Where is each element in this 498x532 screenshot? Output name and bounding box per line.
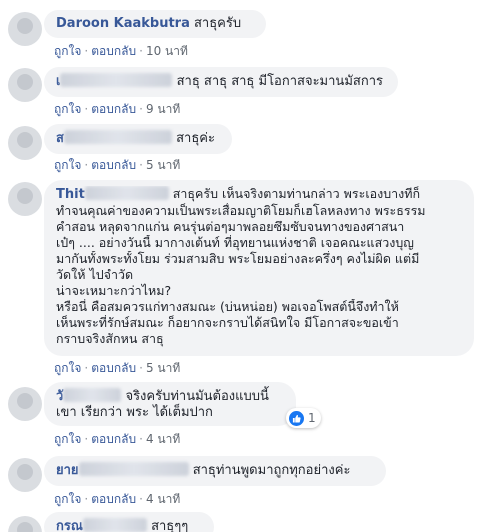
comment-line: ทำจนคุณค่าของความเป็นพระเสื่อมญาติโยมก็เ… <box>56 203 426 218</box>
like-link[interactable]: ถูกใจ <box>54 102 81 116</box>
separator: · <box>84 432 89 446</box>
comment-bubble: ส สาธุค่ะ <box>44 124 232 154</box>
comment-line: เห็นพระที่รักษ์สมณะ ก็อยากจะกราบได้สนิทใ… <box>56 315 399 330</box>
reply-link[interactable]: ตอบกลับ <box>91 432 136 446</box>
comment-actions: ถูกใจ · ตอบกลับ · 5 นาที <box>54 359 180 378</box>
comment-line: วั จริงครับท่านมันต้องแบบนี้ <box>56 388 284 405</box>
comment-actions: ถูกใจ · ตอบกลับ · 4 นาที <box>54 430 180 449</box>
redacted-name <box>60 73 173 87</box>
reaction-summary[interactable]: 1 <box>286 408 321 428</box>
separator: · <box>84 361 89 375</box>
separator: · <box>139 102 143 116</box>
comment-text: สาธุค่ะ <box>176 131 215 146</box>
comment-bubble: Thit สาธุครับ เห็นจริงตามท่านกล่าว พระเอ… <box>44 180 474 356</box>
like-link[interactable]: ถูกใจ <box>54 361 81 375</box>
reply-link[interactable]: ตอบกลับ <box>91 102 136 116</box>
timestamp[interactable]: 5 นาที <box>146 158 180 172</box>
avatar[interactable] <box>8 126 42 160</box>
redacted-name <box>82 518 147 532</box>
avatar[interactable] <box>8 12 42 46</box>
comment-bubble: ยาย สาธุท่านพูดมาถูกทุกอย่างค่ะ <box>44 456 386 486</box>
separator: · <box>84 492 89 506</box>
reply-link[interactable]: ตอบกลับ <box>91 492 136 506</box>
like-link[interactable]: ถูกใจ <box>54 492 81 506</box>
like-link[interactable]: ถูกใจ <box>54 432 81 446</box>
reply-link[interactable]: ตอบกลับ <box>91 158 136 172</box>
author-name[interactable]: กรณ <box>56 519 83 532</box>
comment-text: สาธุ สาธุ สาธุ มีโอกาสจะมานมัสการ <box>176 74 383 89</box>
comment-line: กราบจริงสักหน สาธุ <box>56 331 164 346</box>
reply-link[interactable]: ตอบกลับ <box>91 361 136 375</box>
avatar[interactable] <box>8 68 42 102</box>
comment-thread: Daroon Kaakbutra สาธุครับ ถูกใจ · ตอบกลับ ·… <box>0 0 498 532</box>
separator: · <box>84 44 89 58</box>
timestamp[interactable]: 5 นาที <box>146 361 180 375</box>
avatar[interactable] <box>8 387 42 421</box>
avatar[interactable] <box>8 182 42 216</box>
timestamp[interactable]: 4 นาที <box>146 492 180 506</box>
avatar[interactable] <box>8 516 42 532</box>
timestamp[interactable]: 9 นาที <box>146 102 180 116</box>
separator: · <box>139 432 143 446</box>
avatar[interactable] <box>8 458 42 492</box>
redacted-name <box>84 186 169 200</box>
comment-actions: ถูกใจ · ตอบกลับ · 4 นาที <box>54 490 180 509</box>
author-name[interactable]: Daroon Kaakbutra <box>56 16 190 31</box>
author-name[interactable]: วั <box>56 389 63 404</box>
comment-line: น่าจะเหมาะกว่าไหม? <box>56 283 172 298</box>
redacted-name <box>63 130 172 144</box>
comment-text: สาธุท่านพูดมาถูกทุกอย่างค่ะ <box>192 463 351 478</box>
redacted-name <box>78 462 189 476</box>
comment-text: สาธุครับ <box>193 16 242 31</box>
separator: · <box>139 158 143 172</box>
like-link[interactable]: ถูกใจ <box>54 158 81 172</box>
like-link[interactable]: ถูกใจ <box>54 44 81 58</box>
separator: · <box>139 361 143 375</box>
comment-text: จริงครับท่านมันต้องแบบนี้ <box>125 389 269 404</box>
comment-bubble: วั จริงครับท่านมันต้องแบบนี้ เขา เรียกว่… <box>44 382 296 426</box>
comment-line: หรือนี่ คือสมควรแก่ทางสมณะ (บ่นหน่อย) พอ… <box>56 299 399 314</box>
author-name[interactable]: ยาย <box>56 463 79 478</box>
comment-text: สาธุๆๆ <box>151 519 189 532</box>
comment-line: วัดให้ ไปจำวัด <box>56 267 134 282</box>
comment-bubble: กรณ สาธุๆๆ <box>44 512 214 532</box>
separator: · <box>139 492 143 506</box>
comment-actions: ถูกใจ · ตอบกลับ · 10 นาที <box>54 42 188 61</box>
author-name[interactable]: ส <box>56 131 64 146</box>
comment-actions: ถูกใจ · ตอบกลับ · 5 นาที <box>54 156 180 175</box>
comment-line: คำสอน หลุดจากแก่น คนรุ่นต่อๆมาพลอยซึมซับ… <box>56 219 405 234</box>
comment-line: Thit สาธุครับ เห็นจริงตามท่านกล่าว พระเอ… <box>56 186 462 203</box>
timestamp[interactable]: 10 นาที <box>146 44 188 58</box>
redacted-name <box>63 388 122 402</box>
separator: · <box>84 102 89 116</box>
separator: · <box>84 158 89 172</box>
comment-bubble: Daroon Kaakbutra สาธุครับ <box>44 10 266 38</box>
comment-line: เขา เรียกว่า พระ ได้เต็มปาก <box>56 405 213 420</box>
timestamp[interactable]: 4 นาที <box>146 432 180 446</box>
like-thumb-icon <box>289 410 304 426</box>
comment-line: มากันทั้งพระทั้งโยม ร่วมสามสิบ พระโยมอย่… <box>56 251 420 266</box>
reaction-count: 1 <box>308 411 316 425</box>
reply-link[interactable]: ตอบกลับ <box>91 44 136 58</box>
separator: · <box>139 44 143 58</box>
comment-bubble: เ สาธุ สาธุ สาธุ มีโอกาสจะมานมัสการ <box>44 67 398 97</box>
comment-text: สาธุครับ เห็นจริงตามท่านกล่าว พระเองบางท… <box>172 186 421 201</box>
comment-actions: ถูกใจ · ตอบกลับ · 9 นาที <box>54 100 180 119</box>
author-name[interactable]: Thit <box>56 187 85 202</box>
comment-line: เป๋ๆ .... อย่างวันนี้ มากางเต้นท์ ที่อุท… <box>56 235 414 250</box>
